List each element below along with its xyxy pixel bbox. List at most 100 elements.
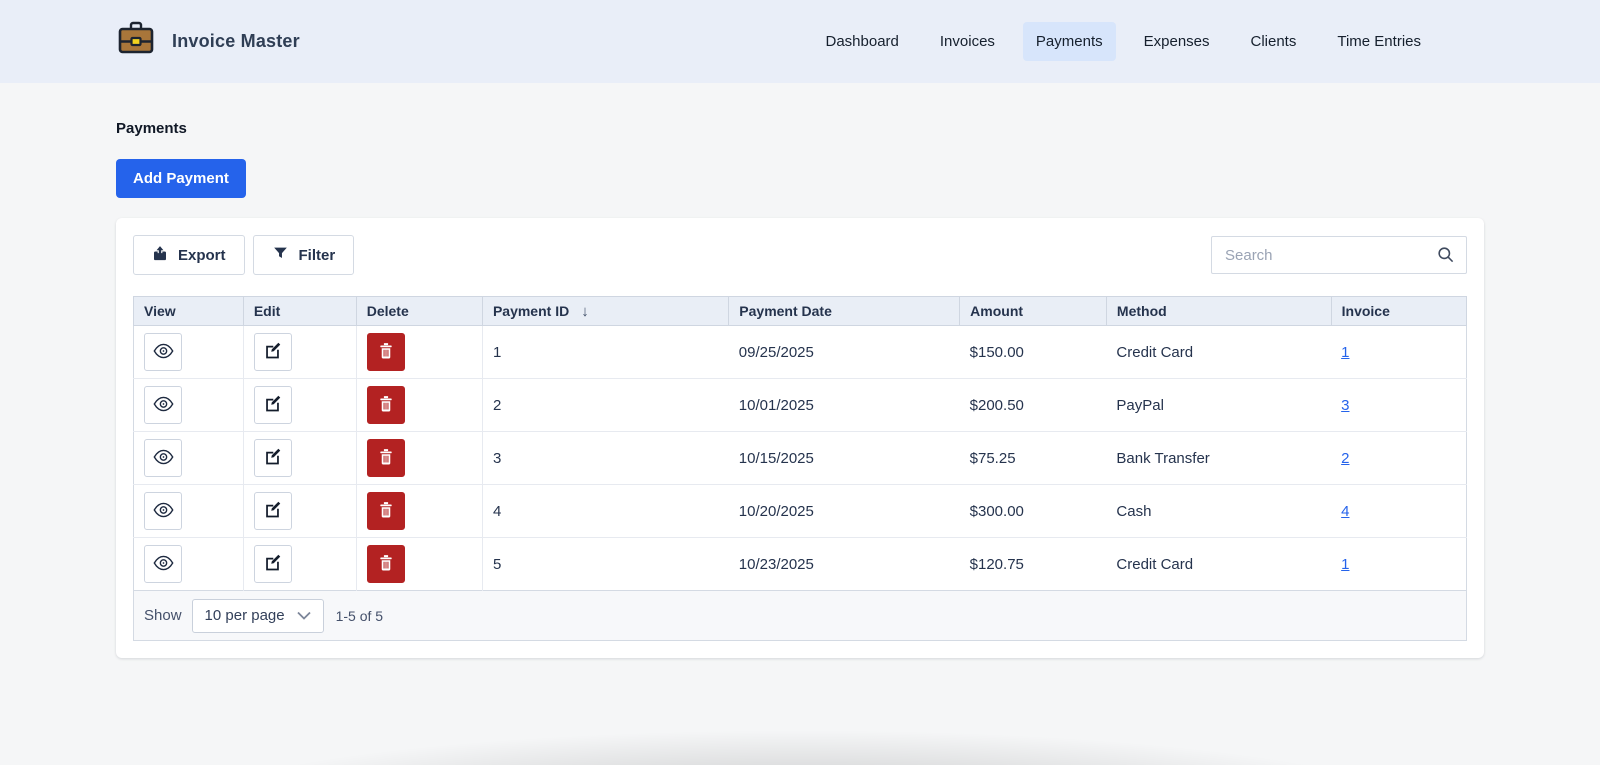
column-header-invoice[interactable]: Invoice [1331,297,1466,326]
payment-date-cell: 09/25/2025 [729,326,960,379]
table-row: 1 09/25/2025 $150.00 Credit Card 1 [134,326,1467,379]
edit-cell [243,485,356,538]
payments-table: View Edit Delete Payment ID↓ Payment Dat… [133,296,1467,641]
app-title: Invoice Master [172,31,300,52]
brand: Invoice Master [116,20,300,63]
delete-button[interactable] [367,492,405,530]
invoice-cell: 1 [1331,538,1466,591]
view-cell [134,538,244,591]
trash-icon [377,341,395,363]
export-button[interactable]: Export [133,235,245,275]
method-cell: Bank Transfer [1106,432,1331,485]
method-cell: Credit Card [1106,538,1331,591]
view-cell [134,485,244,538]
view-button[interactable] [144,439,182,477]
main-nav: Dashboard Invoices Payments Expenses Clients… [813,22,1435,61]
amount-cell: $150.00 [960,326,1107,379]
table-row: 5 10/23/2025 $120.75 Credit Card 1 [134,538,1467,591]
invoice-link[interactable]: 3 [1341,397,1349,414]
payment-date-cell: 10/01/2025 [729,379,960,432]
export-label: Export [178,247,226,264]
delete-button[interactable] [367,439,405,477]
column-header-amount[interactable]: Amount [960,297,1107,326]
invoice-link[interactable]: 1 [1341,344,1349,361]
nav-item-clients[interactable]: Clients [1238,22,1310,61]
view-button[interactable] [144,333,182,371]
pencil-square-icon [263,341,282,363]
table-header-row: View Edit Delete Payment ID↓ Payment Dat… [134,297,1467,326]
view-cell [134,379,244,432]
delete-button[interactable] [367,333,405,371]
column-header-payment-id[interactable]: Payment ID↓ [482,297,728,326]
view-button[interactable] [144,492,182,530]
payment-date-cell: 10/20/2025 [729,485,960,538]
payment-id-cell: 4 [482,485,728,538]
column-header-method[interactable]: Method [1106,297,1331,326]
delete-cell [356,432,482,485]
pencil-square-icon [263,553,282,575]
funnel-icon [272,245,289,265]
column-header-view: View [134,297,244,326]
page-size-select[interactable]: 10 per page [192,599,324,633]
view-button[interactable] [144,386,182,424]
invoice-cell: 1 [1331,326,1466,379]
column-header-edit: Edit [243,297,356,326]
eye-icon [153,502,174,521]
filter-button[interactable]: Filter [253,235,355,275]
nav-item-payments[interactable]: Payments [1023,22,1116,61]
sort-descending-icon: ↓ [581,303,589,320]
edit-button[interactable] [254,386,292,424]
page-size-value: 10 per page [205,607,285,624]
amount-cell: $300.00 [960,485,1107,538]
edit-button[interactable] [254,492,292,530]
eye-icon [153,449,174,468]
search-box [1211,236,1467,274]
view-cell [134,326,244,379]
invoice-cell: 4 [1331,485,1466,538]
top-bar: Invoice Master Dashboard Invoices Payments… [0,0,1600,83]
delete-cell [356,379,482,432]
trash-icon [377,553,395,575]
briefcase-icon [116,20,156,63]
pagination: Show 10 per page 1-5 of 5 [144,599,1456,633]
table-toolbar: Export Filter [133,235,1467,275]
upload-box-icon [152,245,168,266]
eye-icon [153,343,174,362]
invoice-link[interactable]: 1 [1341,556,1349,573]
nav-item-time-entries[interactable]: Time Entries [1324,22,1434,61]
table-row: 3 10/15/2025 $75.25 Bank Transfer 2 [134,432,1467,485]
page-title: Payments [116,120,1484,137]
delete-button[interactable] [367,386,405,424]
nav-item-expenses[interactable]: Expenses [1131,22,1223,61]
invoice-link[interactable]: 4 [1341,503,1349,520]
nav-item-invoices[interactable]: Invoices [927,22,1008,61]
column-header-payment-date[interactable]: Payment Date [729,297,960,326]
pencil-square-icon [263,394,282,416]
add-payment-button[interactable]: Add Payment [116,159,246,198]
delete-cell [356,485,482,538]
payment-date-cell: 10/23/2025 [729,538,960,591]
payment-id-cell: 2 [482,379,728,432]
edit-button[interactable] [254,545,292,583]
show-label: Show [144,607,182,624]
nav-item-dashboard[interactable]: Dashboard [813,22,912,61]
delete-button[interactable] [367,545,405,583]
invoice-link[interactable]: 2 [1341,450,1349,467]
method-cell: Cash [1106,485,1331,538]
payment-id-cell: 5 [482,538,728,591]
search-input[interactable] [1211,236,1467,274]
edit-cell [243,538,356,591]
page-content: Payments Add Payment Export [0,120,1600,658]
payment-id-cell: 1 [482,326,728,379]
amount-cell: $200.50 [960,379,1107,432]
view-cell [134,432,244,485]
payments-card: Export Filter [116,218,1484,658]
amount-cell: $75.25 [960,432,1107,485]
eye-icon [153,555,174,574]
edit-button[interactable] [254,333,292,371]
invoice-cell: 2 [1331,432,1466,485]
delete-cell [356,538,482,591]
edit-button[interactable] [254,439,292,477]
view-button[interactable] [144,545,182,583]
edit-cell [243,326,356,379]
